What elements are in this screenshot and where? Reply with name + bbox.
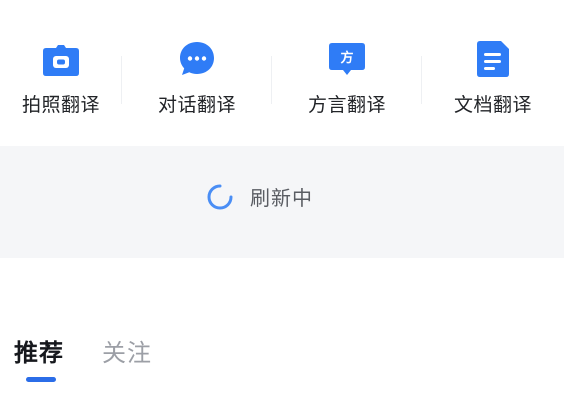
feed-tabs: 推荐 关注 [14, 333, 152, 382]
tool-label: 对话翻译 [157, 94, 236, 116]
tool-label: 方言翻译 [307, 94, 386, 116]
pull-to-refresh-area: 刷新中 [0, 146, 564, 258]
tab-label: 关注 [102, 339, 152, 367]
tool-document-translate[interactable]: 文档翻译 [422, 0, 564, 146]
active-tab-indicator [26, 377, 56, 382]
tool-label: 文档翻译 [453, 94, 532, 116]
document-icon [473, 39, 513, 79]
translation-tools-row: 拍照翻译 对话翻译 方 方言翻译 文档翻译 [0, 0, 564, 146]
dialect-icon-glyph: 方 [340, 50, 353, 66]
tool-conversation-translate[interactable]: 对话翻译 [122, 0, 272, 146]
loading-spinner-icon [207, 184, 233, 209]
chat-bubble-icon [177, 39, 217, 79]
refresh-indicator: 刷新中 [206, 182, 313, 211]
tool-dialect-translate[interactable]: 方 方言翻译 [272, 0, 422, 146]
tab-following[interactable]: 关注 [102, 333, 152, 368]
tab-label: 推荐 [14, 339, 64, 367]
refresh-status-text: 刷新中 [250, 186, 313, 210]
camera-icon [41, 39, 81, 79]
tab-recommended[interactable]: 推荐 [14, 333, 64, 382]
tool-photo-translate[interactable]: 拍照翻译 [0, 0, 122, 146]
dialect-icon: 方 [327, 39, 367, 79]
tool-label: 拍照翻译 [21, 94, 100, 116]
app-screen: 拍照翻译 对话翻译 方 方言翻译 文档翻译 刷新中 推荐 关注 [0, 0, 564, 411]
